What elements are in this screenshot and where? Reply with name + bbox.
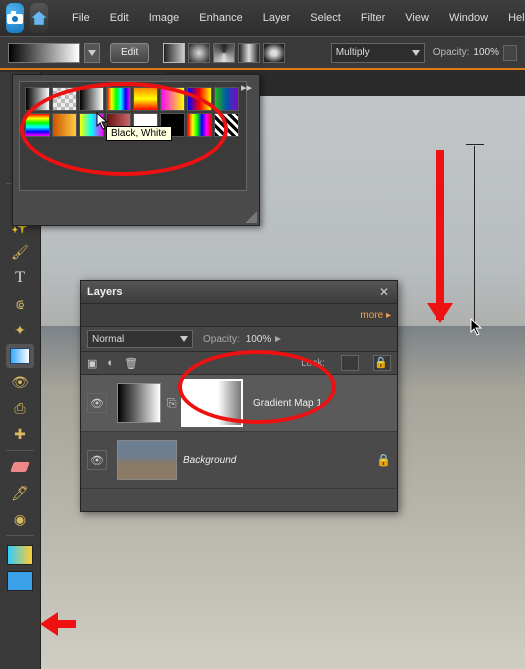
background-color-swatch[interactable] bbox=[7, 571, 33, 591]
gradient-swatch[interactable] bbox=[52, 87, 77, 111]
gradient-swatch[interactable] bbox=[214, 87, 239, 111]
layer-thumbnail[interactable] bbox=[117, 440, 177, 480]
adjustment-layer-icon[interactable]: ◐ bbox=[107, 357, 114, 369]
menu-edit[interactable]: Edit bbox=[100, 12, 139, 24]
home-icon[interactable] bbox=[30, 3, 48, 33]
gradient-swatch[interactable] bbox=[79, 113, 104, 137]
foreground-color-swatch[interactable] bbox=[7, 545, 33, 565]
layer-row[interactable]: 👁 ⎘ Gradient Map 1 bbox=[81, 375, 397, 432]
chevron-down-icon bbox=[180, 336, 188, 342]
menu-enhance[interactable]: Enhance bbox=[189, 12, 252, 24]
tool-blur[interactable]: 🖊 bbox=[6, 481, 34, 505]
tool-sponge[interactable]: ◉ bbox=[6, 507, 34, 531]
gradient-swatch[interactable] bbox=[187, 113, 212, 137]
layer-opacity-value: 100% bbox=[246, 334, 272, 345]
chevron-right-icon[interactable] bbox=[275, 336, 285, 342]
gradient-drag-line bbox=[474, 146, 475, 324]
gradient-type-reflected[interactable] bbox=[238, 43, 260, 63]
tool-brush[interactable]: 🖌 bbox=[6, 240, 34, 264]
tooltip: Black, White bbox=[106, 126, 172, 141]
lock-icon: 🔒 bbox=[376, 453, 391, 467]
gradient-preview[interactable] bbox=[8, 43, 80, 63]
visibility-toggle-icon[interactable]: 👁 bbox=[87, 393, 107, 413]
gradient-swatch[interactable] bbox=[214, 113, 239, 137]
tool-type[interactable]: T bbox=[6, 266, 34, 290]
annotation-arrow bbox=[436, 150, 444, 320]
lock-label: Lock: bbox=[301, 358, 325, 369]
tool-cookie-cutter[interactable]: ✦ bbox=[6, 318, 34, 342]
gradient-type-linear[interactable] bbox=[163, 43, 185, 63]
gradient-swatch[interactable] bbox=[79, 87, 104, 111]
layers-panel-subheader: more ▸ bbox=[81, 304, 397, 327]
layers-panel: Layers ✕ more ▸ Normal Opacity: 100% ▣ ◐… bbox=[80, 280, 398, 512]
menu-window[interactable]: Window bbox=[439, 12, 498, 24]
tool-crop[interactable]: ⟃ bbox=[6, 292, 34, 316]
layer-blend-mode-select[interactable]: Normal bbox=[87, 330, 193, 348]
chevron-down-icon bbox=[412, 50, 420, 56]
resize-handle-icon[interactable] bbox=[245, 211, 257, 223]
layer-thumbnail[interactable] bbox=[117, 383, 161, 423]
opacity-dropdown[interactable] bbox=[503, 45, 517, 61]
gradient-swatch[interactable] bbox=[25, 113, 50, 137]
opacity-value: 100% bbox=[473, 47, 499, 58]
app-logo-icon[interactable] bbox=[6, 3, 24, 33]
visibility-toggle-icon[interactable]: 👁 bbox=[87, 450, 107, 470]
tool-gradient[interactable] bbox=[6, 344, 34, 368]
gradient-swatch[interactable] bbox=[133, 87, 158, 111]
gradient-picker-panel: ▸▸ bbox=[12, 74, 260, 226]
layers-options-row: Normal Opacity: 100% bbox=[81, 327, 397, 352]
layer-name: Gradient Map 1 bbox=[253, 398, 322, 409]
layers-icon-row: ▣ ◐ 🗑 Lock: 🔒 bbox=[81, 352, 397, 375]
blend-mode-value: Multiply bbox=[336, 47, 370, 58]
tool-healing[interactable]: ✚ bbox=[6, 422, 34, 446]
menubar: File Edit Image Enhance Layer Select Fil… bbox=[0, 0, 525, 37]
menu-filter[interactable]: Filter bbox=[351, 12, 395, 24]
panel-menu-icon[interactable]: ▸▸ bbox=[241, 81, 253, 93]
layer-name: Background bbox=[183, 455, 236, 466]
gradient-picker-toggle[interactable] bbox=[84, 43, 100, 63]
layer-opacity-label: Opacity: bbox=[203, 334, 240, 345]
annotation-arrow bbox=[46, 620, 76, 628]
cursor-arrow-icon bbox=[470, 318, 484, 336]
edit-gradient-button[interactable]: Edit bbox=[110, 43, 149, 63]
layer-mask-thumbnail[interactable] bbox=[181, 379, 243, 427]
menu-select[interactable]: Select bbox=[300, 12, 351, 24]
menu-layer[interactable]: Layer bbox=[253, 12, 301, 24]
layers-panel-header[interactable]: Layers ✕ bbox=[81, 281, 397, 304]
lock-transparency-toggle[interactable] bbox=[341, 355, 359, 371]
menu-file[interactable]: File bbox=[62, 12, 100, 24]
blend-mode-select[interactable]: Multiply bbox=[331, 43, 425, 63]
tool-redeye[interactable]: 👁 bbox=[6, 370, 34, 394]
options-bar: Edit Multiply Opacity: 100% bbox=[0, 36, 525, 70]
layers-more-link[interactable]: more ▸ bbox=[360, 310, 391, 321]
gradient-swatch[interactable] bbox=[187, 87, 212, 111]
gradient-swatch[interactable] bbox=[52, 113, 77, 137]
layer-blend-mode-value: Normal bbox=[92, 334, 124, 345]
lock-all-toggle[interactable]: 🔒 bbox=[373, 355, 391, 371]
gradient-swatch[interactable] bbox=[106, 87, 131, 111]
tool-eraser[interactable] bbox=[6, 455, 34, 479]
new-layer-icon[interactable]: ▣ bbox=[87, 357, 97, 370]
app-root: File Edit Image Enhance Layer Select Fil… bbox=[0, 0, 525, 669]
menu-view[interactable]: View bbox=[395, 12, 439, 24]
menu-help[interactable]: Help bbox=[498, 12, 525, 24]
gradient-type-diamond[interactable] bbox=[263, 43, 285, 63]
gradient-type-angle[interactable] bbox=[213, 43, 235, 63]
layers-panel-title: Layers bbox=[87, 286, 122, 298]
gradient-swatch[interactable] bbox=[160, 87, 185, 111]
gradient-swatch[interactable] bbox=[25, 87, 50, 111]
tool-clone-stamp[interactable]: ⎙ bbox=[6, 396, 34, 420]
gradient-type-radial[interactable] bbox=[188, 43, 210, 63]
link-icon[interactable]: ⎘ bbox=[167, 396, 177, 411]
close-icon[interactable]: ✕ bbox=[377, 285, 391, 299]
layer-row[interactable]: 👁 Background 🔒 bbox=[81, 432, 397, 489]
opacity-label: Opacity: bbox=[433, 47, 470, 58]
trash-icon[interactable]: 🗑 bbox=[124, 357, 138, 370]
menu-image[interactable]: Image bbox=[139, 12, 190, 24]
